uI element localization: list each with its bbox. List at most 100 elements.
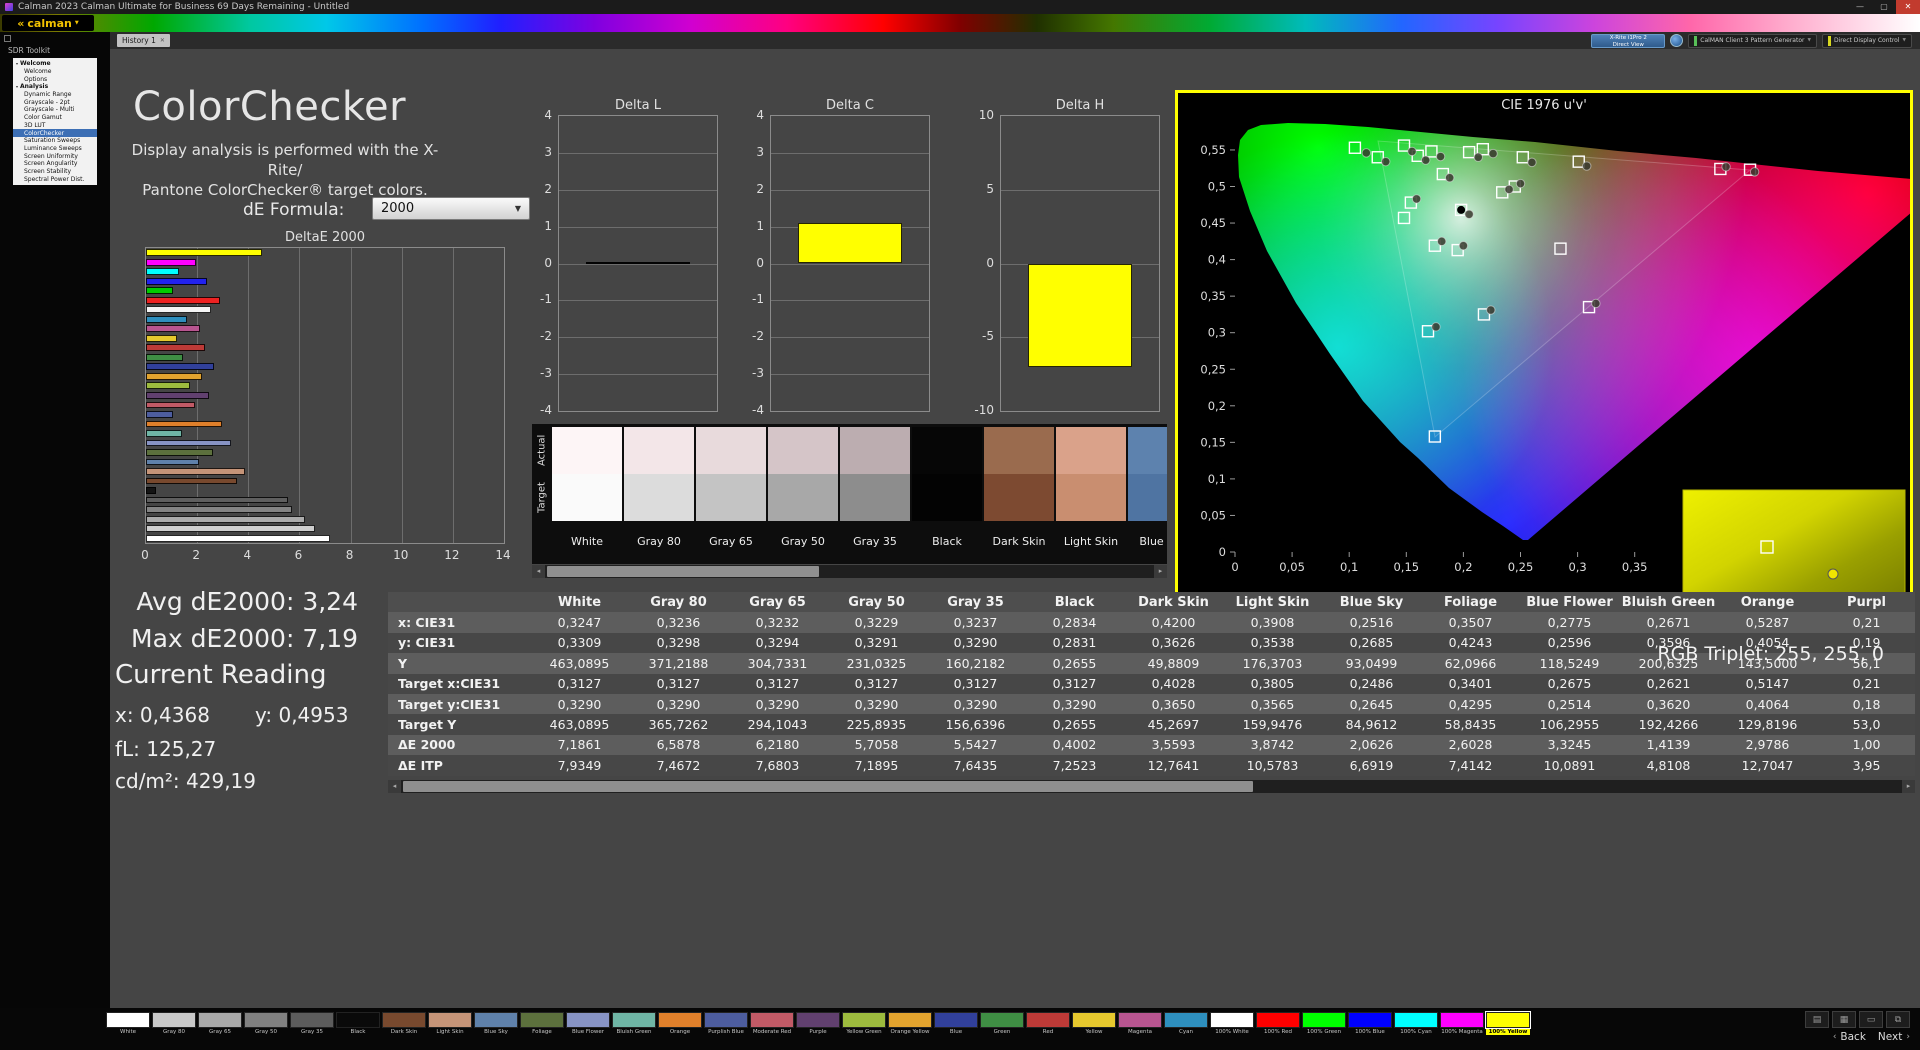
patch-100-red[interactable]: 100% Red [1256,1012,1300,1035]
pattern-window-icon[interactable]: ▤ [1805,1011,1829,1028]
patch-gray-65[interactable]: Gray 65 [198,1012,242,1035]
patch-blue[interactable]: Blue [934,1012,978,1035]
table-cell: 0,3294 [755,635,800,651]
patch-yellow-green[interactable]: Yellow Green [842,1012,886,1035]
patch-white[interactable]: White [106,1012,150,1035]
delta-plot [1000,115,1160,412]
table-cell: 176,3703 [1242,655,1303,671]
patch-dark-skin[interactable]: Dark Skin [382,1012,426,1035]
patch-bluish-green[interactable]: Bluish Green [612,1012,656,1035]
table-cell: 0,5147 [1745,676,1790,692]
sidebar-item-analysis[interactable]: ▾ Analysis [13,83,97,91]
patch-100-white[interactable]: 100% White [1210,1012,1254,1035]
table-cell: 0,2645 [1349,696,1394,712]
sidebar-item-spectral-power-dist[interactable]: Spectral Power Dist. [13,175,97,183]
scrollbar-track[interactable] [401,780,1902,793]
table-cell: 12,7641 [1147,757,1200,773]
client3-icon[interactable] [1670,34,1684,47]
calman-logo[interactable]: «calman ▼ [2,15,94,31]
patch-100-magenta[interactable]: 100% Magenta [1440,1012,1484,1035]
table-cell: 0,3127 [656,676,701,692]
back-button[interactable]: ‹ Back [1833,1031,1866,1043]
tab-history-1[interactable]: History 1 ✕ [117,34,170,47]
patch-orange[interactable]: Orange [658,1012,702,1035]
sidebar-item-options[interactable]: Options [13,75,97,83]
sidebar-item-colorchecker[interactable]: ColorChecker [13,129,97,137]
scroll-right-icon[interactable]: ▸ [1154,565,1167,578]
patch-foliage[interactable]: Foliage [520,1012,564,1035]
close-button[interactable]: ✕ [1896,0,1920,14]
patch-light-skin[interactable]: Light Skin [428,1012,472,1035]
patch-magenta[interactable]: Magenta [1118,1012,1162,1035]
sidebar-item-3d-lut[interactable]: 3D LUT [13,122,97,130]
grid-icon[interactable]: ▦ [1832,1011,1856,1028]
row-label: Y [398,655,408,671]
scroll-left-icon[interactable]: ◂ [388,780,401,793]
patch-moderate-red[interactable]: Moderate Red [750,1012,794,1035]
next-button[interactable]: Next › [1878,1031,1910,1043]
sidebar-item-grayscale-multi[interactable]: Grayscale - Multi [13,106,97,114]
axis-tick-label: -2 [540,329,552,344]
chart-title: Delta L [614,98,662,113]
sidebar-item-dynamic-range[interactable]: Dynamic Range [13,91,97,99]
meter-button[interactable]: X-Rite i1Pro 2 Direct View [1591,33,1666,48]
actual-swatch [768,427,838,474]
patch-gray-50[interactable]: Gray 50 [244,1012,288,1035]
patch-red[interactable]: Red [1026,1012,1070,1035]
patch-orange-yellow[interactable]: Orange Yellow [888,1012,932,1035]
sidebar-item-screen-uniformity[interactable]: Screen Uniformity [13,152,97,160]
panel-icon[interactable] [4,35,11,42]
display-control-button[interactable]: Direct Display Control ▼ [1821,33,1912,48]
maximize-button[interactable]: ▢ [1872,0,1896,14]
scrollbar-thumb[interactable] [403,781,1253,792]
patch-label: Orange [669,1029,691,1035]
scrollbar-track[interactable] [545,565,1154,578]
target-swatch [1128,474,1167,521]
sidebar-item-screen-stability[interactable]: Screen Stability [13,168,97,176]
max-de2000: Max dE2000: 7,19 [131,624,358,653]
scrollbar-thumb[interactable] [547,566,819,577]
sidebar-item-welcome[interactable]: ▾ Welcome [13,60,97,68]
delta-bar [586,261,690,264]
patch-yellow[interactable]: Yellow [1072,1012,1116,1035]
patch-100-blue[interactable]: 100% Blue [1348,1012,1392,1035]
patch-100-cyan[interactable]: 100% Cyan [1394,1012,1438,1035]
patch-blue-sky[interactable]: Blue Sky [474,1012,518,1035]
patch-purple[interactable]: Purple [796,1012,840,1035]
patch-color [290,1012,334,1028]
minimize-button[interactable]: — [1848,0,1872,14]
sidebar-item-luminance-sweeps[interactable]: Luminance Sweeps [13,145,97,153]
patch-gray-80[interactable]: Gray 80 [152,1012,196,1035]
patch-color [1118,1012,1162,1028]
scroll-right-icon[interactable]: ▸ [1902,780,1915,793]
measurement-dot [1381,156,1391,167]
source-button[interactable]: CalMAN Client 3 Pattern Generator ▼ [1688,33,1817,48]
sidebar-item-saturation-sweeps[interactable]: Saturation Sweeps [13,137,97,145]
table-cell: 0,21 [1852,676,1881,692]
dual-display-icon[interactable]: ⧉ [1886,1011,1910,1028]
patch-black[interactable]: Black [336,1012,380,1035]
tree-label: Options [24,75,48,83]
sidebar-item-color-gamut[interactable]: Color Gamut [13,114,97,122]
patch-gray-35[interactable]: Gray 35 [290,1012,334,1035]
sidebar-item-welcome[interactable]: Welcome [13,68,97,76]
patch-swatch-gray-35: Gray 35 [840,427,912,564]
patch-purplish-blue[interactable]: Purplish Blue [704,1012,748,1035]
scroll-left-icon[interactable]: ◂ [532,565,545,578]
de-formula-select[interactable]: 2000 ▼ [372,197,530,220]
patch-green[interactable]: Green [980,1012,1024,1035]
patch-100-green[interactable]: 100% Green [1302,1012,1346,1035]
close-icon[interactable]: ✕ [160,34,165,47]
display-icon[interactable]: ▭ [1859,1011,1883,1028]
tree-label: Luminance Sweeps [24,144,82,152]
swatch-scrollbar[interactable]: ◂ ▸ [532,565,1167,578]
patch-100-yellow[interactable]: 100% Yellow [1485,1011,1531,1035]
sidebar-item-screen-angularity[interactable]: Screen Angularity [13,160,97,168]
sidebar-item-grayscale-2pt[interactable]: Grayscale - 2pt [13,98,97,106]
table-scrollbar[interactable]: ◂ ▸ [388,780,1915,793]
gridline [559,337,717,339]
table-cell: 7,9349 [557,757,602,773]
patch-blue-flower[interactable]: Blue Flower [566,1012,610,1035]
patch-label: 100% White [1215,1029,1249,1035]
patch-cyan[interactable]: Cyan [1164,1012,1208,1035]
